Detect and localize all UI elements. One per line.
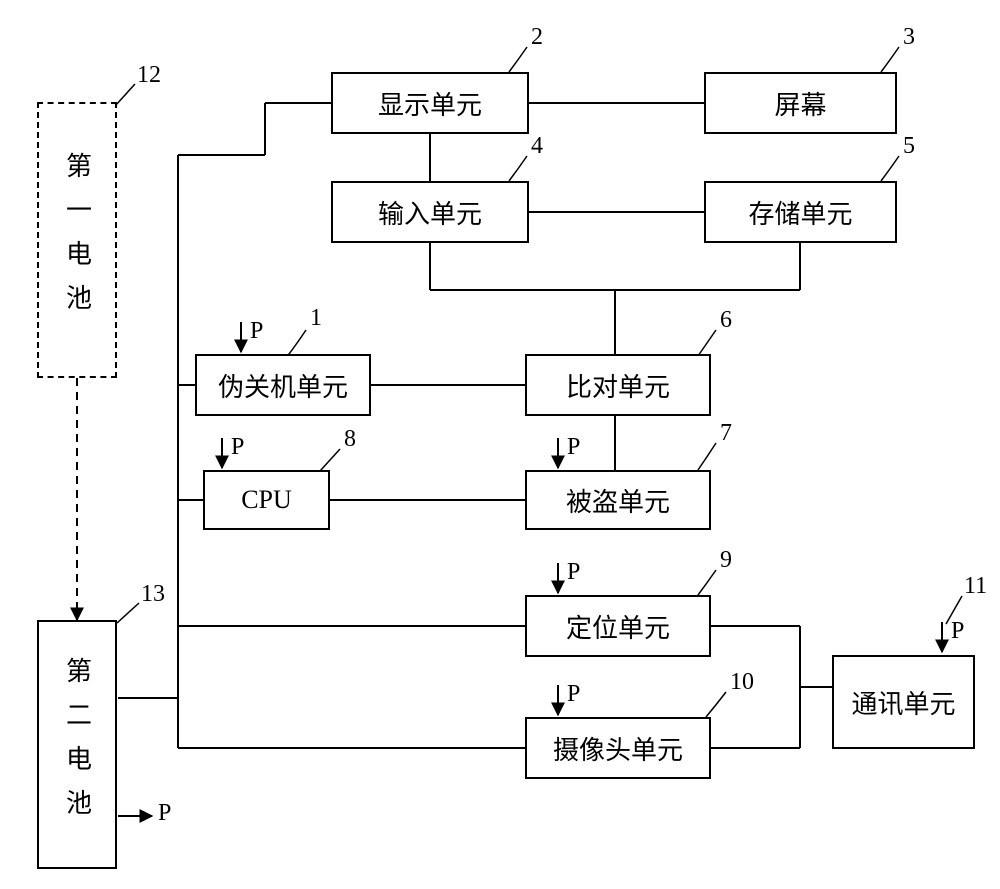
num-1: 1: [310, 305, 322, 332]
screen-box: 屏幕: [704, 72, 897, 134]
diagram-canvas: 第一电池 第二电池 显示单元 屏幕 输入单元 存储单元 伪关机单元 比对单元 C…: [0, 0, 1000, 889]
compare-unit-box: 比对单元: [525, 354, 711, 416]
p-camera: P: [567, 681, 580, 708]
screen-label: 屏幕: [774, 85, 826, 122]
storage-unit-label: 存储单元: [748, 194, 852, 231]
stolen-unit-box: 被盗单元: [525, 470, 711, 530]
fake-shutdown-unit-box: 伪关机单元: [195, 354, 371, 416]
num-12: 12: [137, 62, 161, 89]
battery2-label: 第二电池: [59, 657, 96, 833]
battery1-box: 第一电池: [37, 102, 117, 378]
p-positioning: P: [567, 559, 580, 586]
num-5: 5: [903, 133, 915, 160]
num-13: 13: [141, 581, 165, 608]
p-fake-shutdown: P: [250, 318, 263, 345]
camera-unit-box: 摄像头单元: [525, 717, 711, 779]
positioning-unit-box: 定位单元: [525, 595, 711, 657]
fake-shutdown-unit-label: 伪关机单元: [218, 367, 348, 404]
comm-unit-box: 通讯单元: [832, 655, 975, 749]
num-4: 4: [531, 133, 543, 160]
p-cpu: P: [231, 434, 244, 461]
compare-unit-label: 比对单元: [566, 367, 670, 404]
battery2-box: 第二电池: [37, 620, 117, 869]
battery1-label: 第一电池: [59, 152, 96, 328]
input-unit-box: 输入单元: [331, 181, 529, 243]
stolen-unit-label: 被盗单元: [566, 482, 670, 519]
num-3: 3: [903, 24, 915, 51]
cpu-box: CPU: [203, 470, 330, 530]
num-10: 10: [730, 669, 754, 696]
display-unit-box: 显示单元: [331, 72, 529, 134]
num-11: 11: [964, 573, 987, 600]
num-6: 6: [720, 307, 732, 334]
display-unit-label: 显示单元: [378, 85, 482, 122]
p-comm: P: [951, 618, 964, 645]
p-stolen: P: [567, 434, 580, 461]
num-9: 9: [720, 547, 732, 574]
p-battery2-out: P: [158, 800, 171, 827]
positioning-unit-label: 定位单元: [566, 608, 670, 645]
num-7: 7: [720, 420, 732, 447]
comm-unit-label: 通讯单元: [851, 684, 955, 721]
num-2: 2: [531, 24, 543, 51]
input-unit-label: 输入单元: [378, 194, 482, 231]
storage-unit-box: 存储单元: [704, 181, 897, 243]
num-8: 8: [344, 426, 356, 453]
cpu-label: CPU: [241, 485, 292, 515]
camera-unit-label: 摄像头单元: [553, 730, 683, 767]
